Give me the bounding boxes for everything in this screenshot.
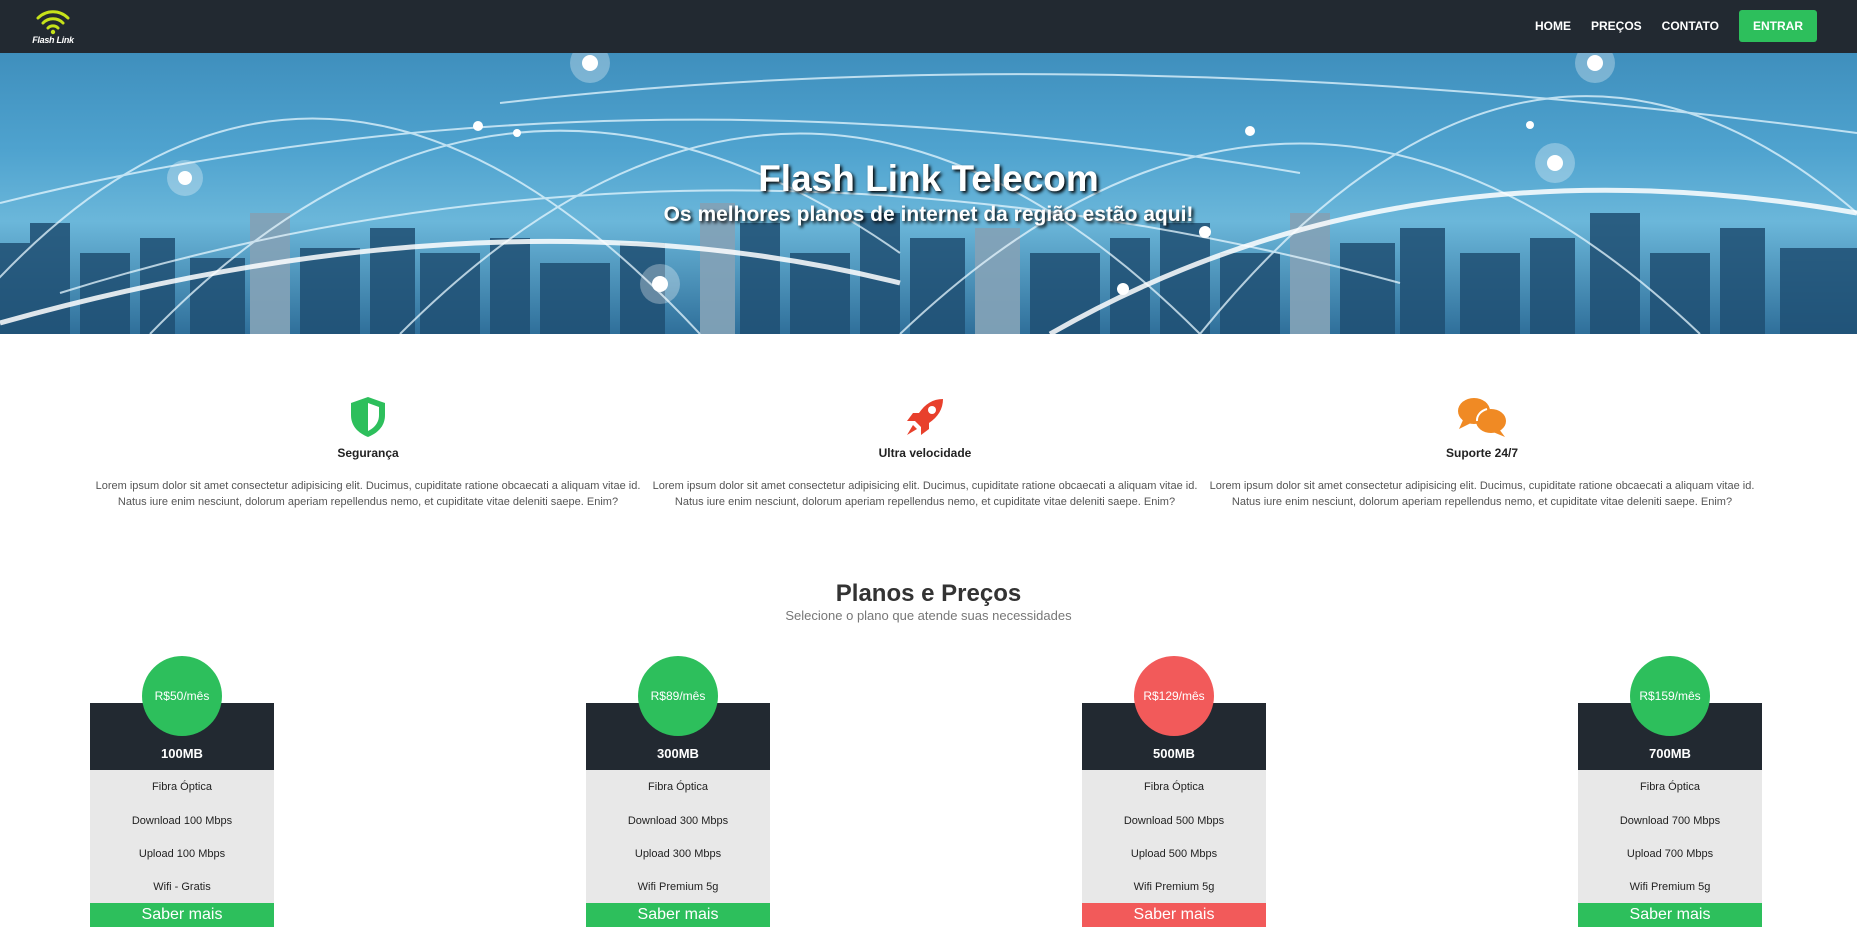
chat-bubbles-icon <box>1458 398 1506 437</box>
plan-features: Fibra Óptica Download 700 Mbps Upload 70… <box>1578 770 1762 903</box>
plan-feature: Upload 300 Mbps <box>634 848 722 860</box>
plan-name: 100MB <box>161 746 203 761</box>
plan-feature: Wifi Premium 5g <box>637 881 719 893</box>
feature-support: Suporte 24/7 Lorem ipsum dolor sit amet … <box>1204 395 1760 510</box>
feature-text: Lorem ipsum dolor sit amet consectetur a… <box>1204 478 1760 510</box>
plan-feature: Download 500 Mbps <box>1123 815 1225 827</box>
feature-text-line: Natus iure enim nesciunt, dolorum aperia… <box>117 496 619 508</box>
saber-mais-button[interactable]: Saber mais <box>90 903 274 927</box>
plan-feature: Upload 500 Mbps <box>1130 848 1218 860</box>
plan-feature: Fibra Óptica <box>648 781 708 793</box>
nav-link-contato[interactable]: CONTATO <box>1662 19 1719 33</box>
plan-name: 500MB <box>1153 746 1195 761</box>
plans-section-subtitle: Selecione o plano que atende suas necess… <box>785 608 1072 623</box>
feature-text: Lorem ipsum dolor sit amet consectetur a… <box>90 478 646 510</box>
feature-text-line: Lorem ipsum dolor sit amet consectetur a… <box>95 480 641 492</box>
feature-text-line: Natus iure enim nesciunt, dolorum aperia… <box>674 496 1176 508</box>
plan-name: 700MB <box>1649 746 1691 761</box>
plan-card-100mb: R$50/mês 100MB Fibra Óptica Download 100… <box>90 656 274 927</box>
navbar: Flash Link HOME PREÇOS CONTATO ENTRAR <box>0 0 1857 53</box>
price-badge: R$50/mês <box>142 656 222 736</box>
logo[interactable]: Flash Link <box>30 8 76 48</box>
hero-banner: Flash Link Telecom Os melhores planos de… <box>0 53 1857 334</box>
shield-icon <box>351 397 385 437</box>
saber-mais-button[interactable]: Saber mais <box>1578 903 1762 927</box>
plan-feature: Wifi - Gratis <box>153 881 211 893</box>
saber-mais-button[interactable]: Saber mais <box>1082 903 1266 927</box>
plan-feature: Upload 100 Mbps <box>138 848 226 860</box>
feature-title: Ultra velocidade <box>878 446 972 460</box>
plan-features: Fibra Óptica Download 300 Mbps Upload 30… <box>586 770 770 903</box>
saber-mais-button[interactable]: Saber mais <box>586 903 770 927</box>
nav-links: HOME PREÇOS CONTATO ENTRAR <box>1515 10 1817 42</box>
price-badge: R$89/mês <box>638 656 718 736</box>
plan-name: 300MB <box>657 746 699 761</box>
plan-card-500mb: R$129/mês 500MB Fibra Óptica Download 50… <box>1082 656 1266 927</box>
features-section: Segurança Lorem ipsum dolor sit amet con… <box>90 395 1760 515</box>
price-badge: R$159/mês <box>1630 656 1710 736</box>
feature-title: Suporte 24/7 <box>1445 446 1519 460</box>
plan-features: Fibra Óptica Download 100 Mbps Upload 10… <box>90 770 274 903</box>
feature-text-line: Lorem ipsum dolor sit amet consectetur a… <box>652 480 1198 492</box>
nav-link-precos[interactable]: PREÇOS <box>1591 19 1642 33</box>
plan-feature: Wifi Premium 5g <box>1133 881 1215 893</box>
wifi-logo-icon <box>36 10 70 35</box>
plan-feature: Fibra Óptica <box>1640 781 1700 793</box>
logo-text: Flash Link <box>32 35 74 45</box>
feature-speed: Ultra velocidade Lorem ipsum dolor sit a… <box>647 395 1203 510</box>
feature-security: Segurança Lorem ipsum dolor sit amet con… <box>90 395 646 510</box>
hero-title: Flash Link Telecom <box>758 158 1099 199</box>
plan-card-300mb: R$89/mês 300MB Fibra Óptica Download 300… <box>586 656 770 927</box>
plan-card-700mb: R$159/mês 700MB Fibra Óptica Download 70… <box>1578 656 1762 927</box>
nav-link-home[interactable]: HOME <box>1535 19 1571 33</box>
plan-feature: Fibra Óptica <box>1144 781 1204 793</box>
plan-feature: Fibra Óptica <box>152 781 212 793</box>
plan-feature: Wifi Premium 5g <box>1629 881 1711 893</box>
feature-title: Segurança <box>337 446 399 460</box>
rocket-icon <box>907 399 943 435</box>
feature-text: Lorem ipsum dolor sit amet consectetur a… <box>647 478 1203 510</box>
price-badge: R$129/mês <box>1134 656 1214 736</box>
plan-features: Fibra Óptica Download 500 Mbps Upload 50… <box>1082 770 1266 903</box>
feature-text-line: Natus iure enim nesciunt, dolorum aperia… <box>1231 496 1733 508</box>
login-button[interactable]: ENTRAR <box>1739 10 1817 42</box>
plan-feature: Download 100 Mbps <box>131 815 233 827</box>
plan-feature: Download 300 Mbps <box>627 815 729 827</box>
hero-subtitle: Os melhores planos de internet da região… <box>663 203 1194 226</box>
plan-feature: Download 700 Mbps <box>1619 815 1721 827</box>
feature-text-line: Lorem ipsum dolor sit amet consectetur a… <box>1209 480 1755 492</box>
plans-section-title: Planos e Preços <box>835 580 1022 607</box>
plan-feature: Upload 700 Mbps <box>1626 848 1714 860</box>
